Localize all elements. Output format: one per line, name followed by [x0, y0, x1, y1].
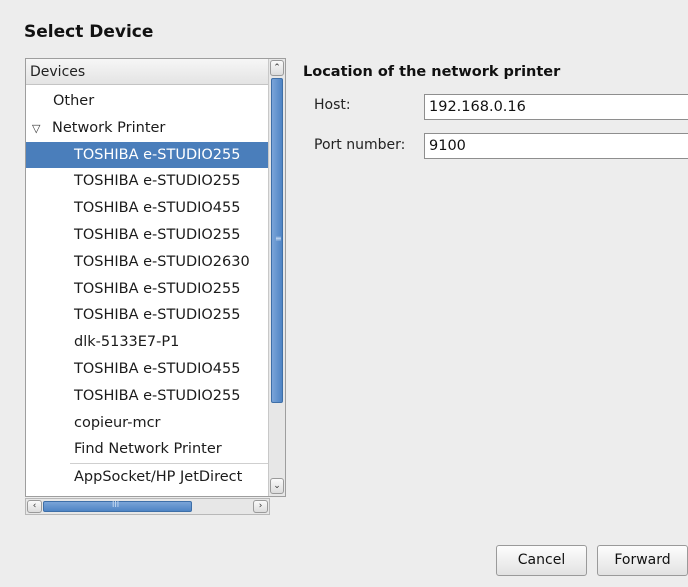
- list-item-other[interactable]: Other: [26, 88, 268, 115]
- list-item-device[interactable]: TOSHIBA e-STUDIO255: [26, 222, 268, 249]
- device-list-body: Other ▽ Network Printer TOSHIBA e-STUDIO2…: [26, 88, 268, 491]
- list-item-device[interactable]: TOSHIBA e-STUDIO2630: [26, 249, 268, 276]
- grip-icon: III: [112, 500, 120, 509]
- devices-column-header[interactable]: Devices: [26, 59, 268, 85]
- list-item-label: TOSHIBA e-STUDIO255: [74, 146, 241, 163]
- list-item-label: TOSHIBA e-STUDIO255: [74, 173, 241, 190]
- list-item-device[interactable]: TOSHIBA e-STUDIO255: [26, 141, 268, 169]
- scroll-right-icon[interactable]: ›: [253, 500, 268, 513]
- list-item-device[interactable]: TOSHIBA e-STUDIO255: [26, 276, 268, 303]
- list-item-label: TOSHIBA e-STUDIO255: [74, 280, 241, 297]
- list-item-label: TOSHIBA e-STUDIO255: [74, 307, 241, 324]
- list-item-label: Network Printer: [52, 119, 166, 136]
- list-item-label: Find Network Printer: [74, 441, 222, 458]
- list-item-device[interactable]: copieur-mcr: [26, 410, 268, 437]
- expander-triangle-icon[interactable]: ▽: [32, 116, 52, 142]
- list-item-device[interactable]: TOSHIBA e-STUDIO455: [26, 195, 268, 222]
- port-number-label: Port number:: [314, 137, 406, 153]
- scroll-up-icon[interactable]: ⌃: [270, 60, 284, 76]
- horizontal-scrollbar[interactable]: ‹ III ›: [25, 498, 270, 515]
- cancel-button[interactable]: Cancel: [496, 545, 587, 576]
- list-item-label: TOSHIBA e-STUDIO455: [74, 200, 241, 217]
- list-item-label: TOSHIBA e-STUDIO255: [74, 226, 241, 243]
- vertical-scrollbar[interactable]: ⌃ ≡ ⌄: [268, 59, 285, 496]
- horizontal-scroll-thumb[interactable]: III: [43, 500, 192, 512]
- list-item-appsocket[interactable]: AppSocket/HP JetDirect: [26, 464, 268, 491]
- port-number-input[interactable]: 9100: [424, 133, 688, 159]
- forward-button[interactable]: Forward: [597, 545, 688, 576]
- section-title: Location of the network printer: [303, 64, 561, 80]
- list-item-device[interactable]: TOSHIBA e-STUDIO255: [26, 168, 268, 195]
- host-label: Host:: [314, 97, 351, 113]
- list-item-device[interactable]: dlk-5133E7-P1: [26, 329, 268, 356]
- dialog-title: Select Device: [24, 22, 154, 42]
- grip-icon: ≡: [275, 234, 282, 243]
- list-item-network-printer[interactable]: ▽ Network Printer: [26, 115, 268, 142]
- device-list[interactable]: Devices Other ▽ Network Printer TOSHIBA e…: [25, 58, 286, 497]
- list-item-device[interactable]: TOSHIBA e-STUDIO255: [26, 302, 268, 329]
- scroll-left-icon[interactable]: ‹: [27, 500, 42, 513]
- host-input[interactable]: 192.168.0.16: [424, 94, 688, 120]
- vertical-scroll-thumb[interactable]: ≡: [271, 78, 283, 403]
- list-item-label: TOSHIBA e-STUDIO255: [74, 387, 241, 404]
- list-item-find-network-printer[interactable]: Find Network Printer: [26, 436, 268, 463]
- list-item-device[interactable]: TOSHIBA e-STUDIO455: [26, 356, 268, 383]
- scroll-down-icon[interactable]: ⌄: [270, 478, 284, 494]
- list-item-device[interactable]: TOSHIBA e-STUDIO255: [26, 383, 268, 410]
- list-item-label: TOSHIBA e-STUDIO2630: [74, 253, 250, 270]
- list-item-label: copieur-mcr: [74, 414, 161, 431]
- list-item-label: dlk-5133E7-P1: [74, 334, 180, 351]
- list-item-label: TOSHIBA e-STUDIO455: [74, 360, 241, 377]
- list-item-label: AppSocket/HP JetDirect: [74, 469, 243, 486]
- list-item-label: Other: [53, 93, 95, 109]
